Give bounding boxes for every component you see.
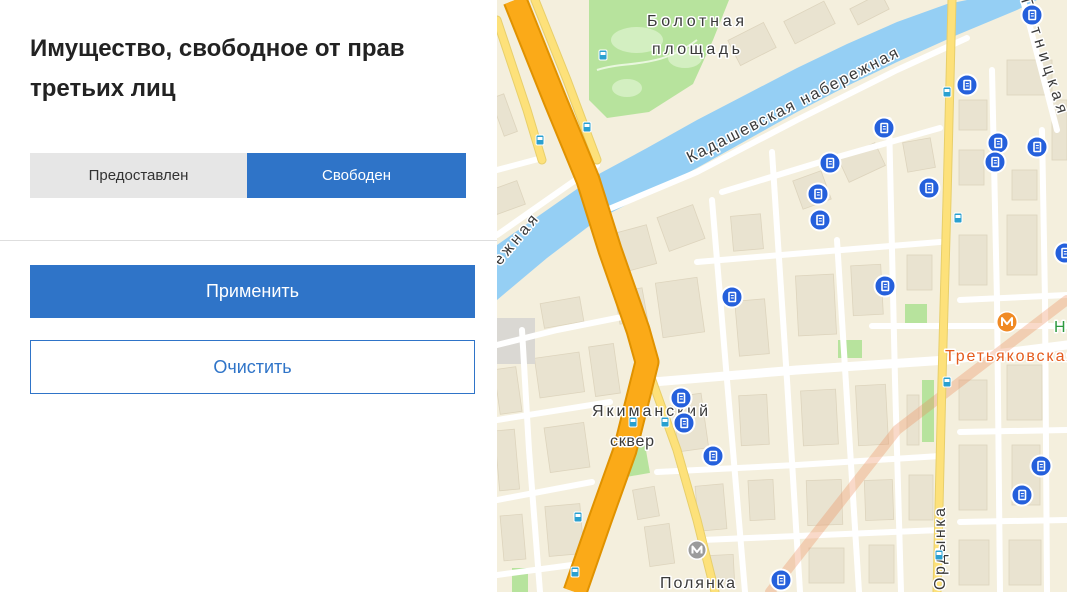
toggle-option-provided[interactable]: Предоставлен (30, 153, 247, 198)
building (543, 421, 591, 474)
building (730, 213, 764, 252)
building (738, 393, 770, 447)
building (795, 273, 837, 337)
street (957, 517, 1067, 525)
building (808, 547, 845, 584)
bus-stop-icon[interactable] (570, 566, 580, 578)
building (654, 276, 706, 339)
document-pin-icon[interactable] (917, 176, 941, 200)
street (957, 427, 1067, 435)
clear-button[interactable]: Очистить (30, 340, 475, 394)
document-pin-icon[interactable] (818, 151, 842, 175)
building (958, 149, 985, 186)
building (908, 474, 934, 521)
bus-stop-icon[interactable] (660, 416, 670, 428)
metro-icon[interactable] (687, 540, 707, 560)
document-pin-icon[interactable] (983, 150, 1007, 174)
document-pin-icon[interactable] (873, 274, 897, 298)
bus-stop-icon[interactable] (953, 212, 963, 224)
toggle-option-free[interactable]: Свободен (247, 153, 466, 198)
building (958, 234, 988, 286)
label-tretyakovskaya: Третьяковская (945, 348, 1067, 365)
building (747, 478, 776, 522)
document-pin-icon[interactable] (808, 208, 832, 232)
document-pin-icon[interactable] (1029, 454, 1053, 478)
building (958, 379, 988, 421)
panel-title: Имущество, свободное от прав третьих лиц (30, 35, 405, 102)
filter-panel: Имущество, свободное от прав третьих лиц… (0, 0, 497, 592)
document-pin-icon[interactable] (769, 568, 793, 592)
label-square: сквер (610, 433, 654, 450)
metro-icon[interactable] (996, 311, 1018, 333)
document-pin-icon[interactable] (1020, 3, 1044, 27)
document-pin-icon[interactable] (669, 386, 693, 410)
apply-button[interactable]: Применить (30, 265, 475, 318)
bus-stop-icon[interactable] (573, 511, 583, 523)
map[interactable]: Болотная площадь Кадашевская набережная … (497, 0, 1067, 592)
park-lawn (612, 79, 642, 97)
document-pin-icon[interactable] (872, 116, 896, 140)
building (958, 539, 990, 586)
label-bolotnaya-square: площадь (652, 41, 740, 58)
bus-stop-icon[interactable] (934, 549, 944, 561)
bus-stop-icon[interactable] (942, 86, 952, 98)
label-novokuznetskaya: Н (1054, 319, 1066, 336)
document-pin-icon[interactable] (672, 411, 696, 435)
building (1006, 214, 1038, 276)
building (1008, 539, 1042, 586)
document-pin-icon[interactable] (720, 285, 744, 309)
label-ordynka: Ордынка (932, 508, 949, 590)
green-area (905, 304, 927, 324)
bus-stop-icon[interactable] (535, 134, 545, 146)
building (1011, 169, 1038, 201)
divider (0, 240, 497, 241)
document-pin-icon[interactable] (1053, 241, 1067, 265)
building (958, 99, 988, 131)
building (643, 523, 676, 567)
bus-stop-icon[interactable] (582, 121, 592, 133)
building (800, 388, 839, 447)
label-polyanka: Полянка (660, 575, 735, 592)
building (1006, 364, 1043, 421)
building (958, 444, 988, 511)
bus-stop-icon[interactable] (628, 416, 638, 428)
bus-stop-icon[interactable] (942, 376, 952, 388)
bus-stop-icon[interactable] (598, 49, 608, 61)
building (855, 383, 889, 447)
document-pin-icon[interactable] (986, 131, 1010, 155)
building (632, 485, 660, 521)
document-pin-icon[interactable] (1025, 135, 1049, 159)
document-pin-icon[interactable] (955, 73, 979, 97)
document-pin-icon[interactable] (701, 444, 725, 468)
building (533, 351, 586, 399)
building (734, 298, 770, 357)
building (863, 479, 895, 521)
building (499, 513, 527, 562)
document-pin-icon[interactable] (806, 182, 830, 206)
document-pin-icon[interactable] (1010, 483, 1034, 507)
building (868, 544, 895, 584)
building (906, 254, 933, 291)
building (902, 137, 936, 173)
status-toggle: Предоставлен Свободен (30, 153, 466, 198)
